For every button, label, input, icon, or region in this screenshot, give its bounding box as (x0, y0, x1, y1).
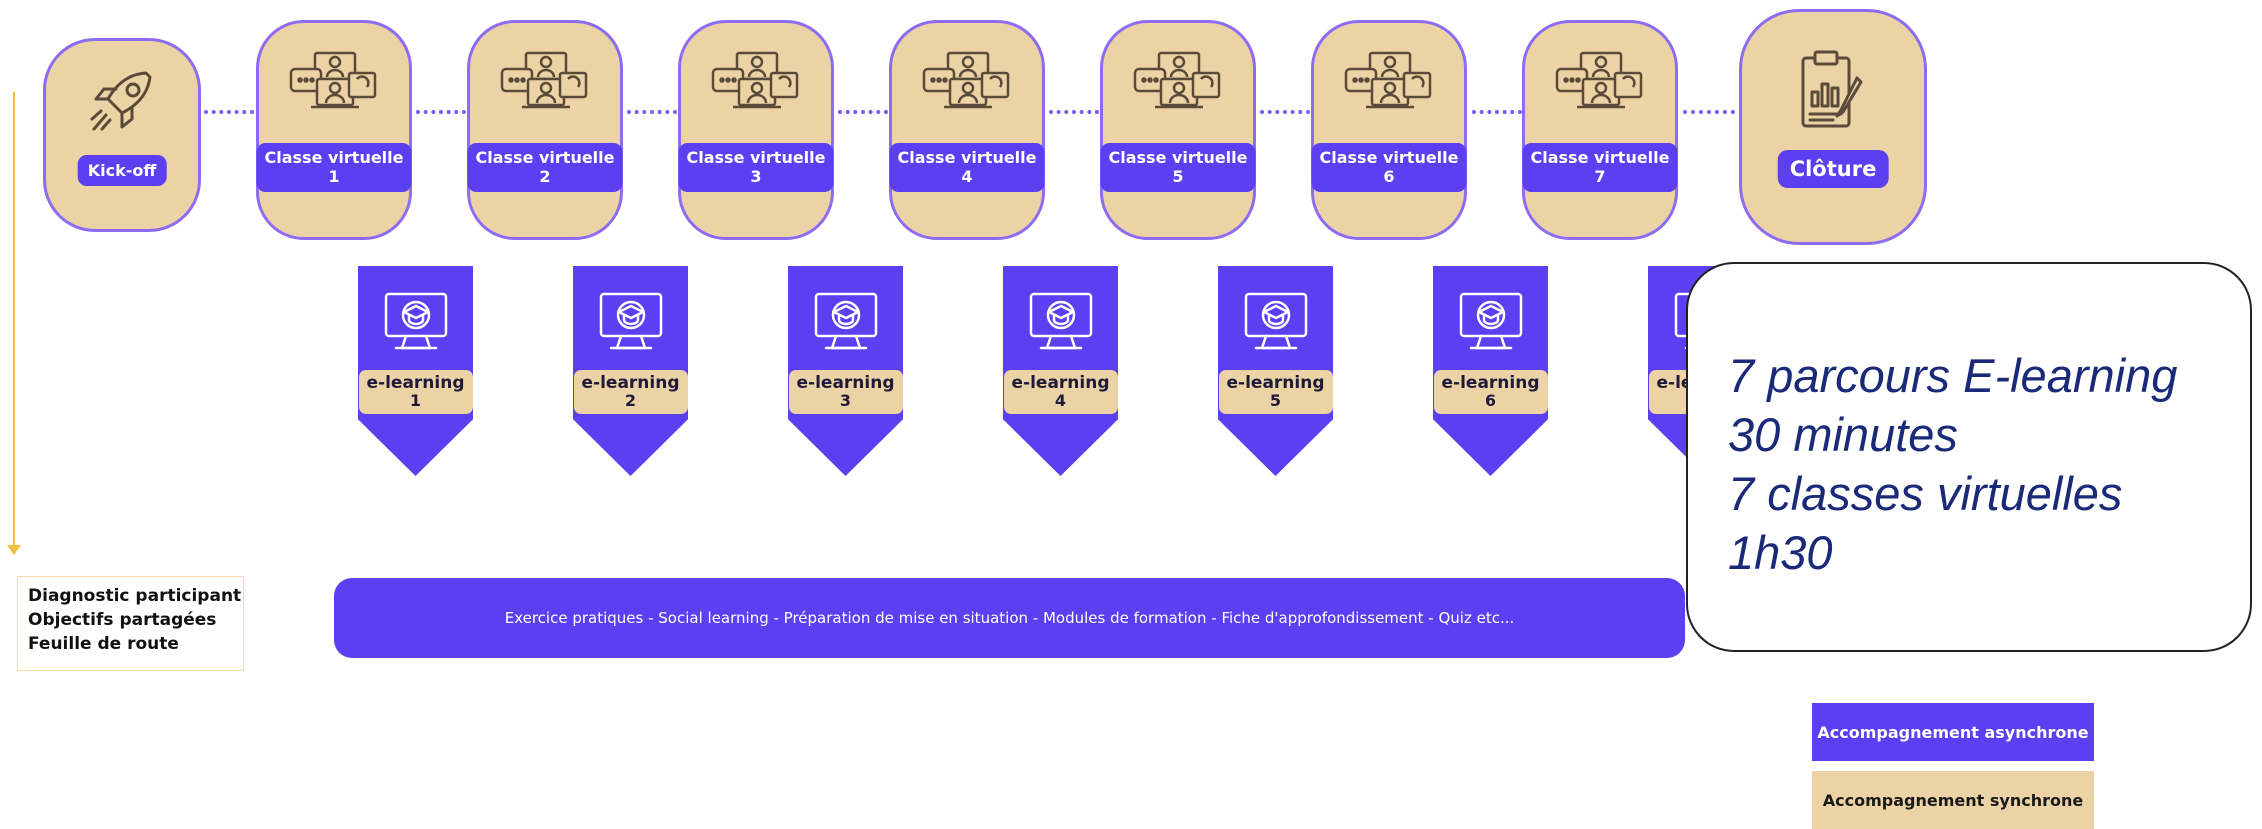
diagnostic-box: Diagnostic participant Objectifs partagé… (17, 576, 244, 671)
virtual-class-label: Classe virtuelle 5 (1100, 143, 1256, 192)
step-virtual-class-4: Classe virtuelle 4 (889, 20, 1045, 240)
elearning-module-3: e-learning 3 (788, 266, 903, 476)
graduation-monitor-icon (810, 290, 882, 360)
activities-banner: Exercice pratiques - Social learning - P… (334, 578, 1685, 658)
summary-lines: 7 parcours E-learning 30 minutes 7 class… (1728, 346, 2177, 582)
virtual-meeting-icon (1133, 49, 1223, 117)
step-virtual-class-5: Classe virtuelle 5 (1100, 20, 1256, 240)
diagnostic-line: Diagnostic participant (28, 586, 242, 606)
step-virtual-class-7: Classe virtuelle 7 (1522, 20, 1678, 240)
virtual-class-label: Classe virtuelle 2 (467, 143, 623, 192)
step-kickoff: Kick-off (43, 38, 201, 232)
summary-box: 7 parcours E-learning 30 minutes 7 class… (1686, 262, 2252, 652)
virtual-class-label: Classe virtuelle 1 (256, 143, 412, 192)
summary-line: 7 classes virtuelles (1728, 467, 2123, 520)
graduation-monitor-icon (1455, 290, 1527, 360)
connector (1472, 110, 1522, 114)
connector (204, 110, 254, 114)
timeline-arrow-icon (7, 545, 21, 555)
elearning-module-1: e-learning 1 (358, 266, 473, 476)
virtual-meeting-icon (1344, 49, 1434, 117)
diagnostic-line: Feuille de route (28, 634, 179, 654)
elearning-label: e-learning 5 (1218, 370, 1333, 414)
legend-async: Accompagnement asynchrone (1812, 703, 2094, 761)
virtual-meeting-icon (500, 49, 590, 117)
step-virtual-class-3: Classe virtuelle 3 (678, 20, 834, 240)
virtual-class-label: Classe virtuelle 3 (678, 143, 834, 192)
clipboard-chart-icon (1795, 48, 1871, 138)
connector (1683, 110, 1735, 114)
elearning-label: e-learning 6 (1433, 370, 1548, 414)
timeline-line (13, 92, 15, 547)
virtual-meeting-icon (289, 49, 379, 117)
virtual-class-label: Classe virtuelle 6 (1311, 143, 1467, 192)
legend-sync: Accompagnement synchrone (1812, 771, 2094, 829)
elearning-module-2: e-learning 2 (573, 266, 688, 476)
virtual-class-label: Classe virtuelle 4 (889, 143, 1045, 192)
connector (1260, 110, 1310, 114)
kickoff-label: Kick-off (77, 155, 167, 186)
virtual-class-label: Classe virtuelle 7 (1522, 143, 1678, 192)
virtual-meeting-icon (711, 49, 801, 117)
elearning-module-6: e-learning 6 (1433, 266, 1548, 476)
graduation-monitor-icon (380, 290, 452, 360)
graduation-monitor-icon (595, 290, 667, 360)
connector (1049, 110, 1099, 114)
connector (627, 110, 677, 114)
diagnostic-line: Objectifs partagées (28, 610, 217, 630)
connector (416, 110, 466, 114)
virtual-meeting-icon (922, 49, 1012, 117)
elearning-label: e-learning 4 (1003, 370, 1118, 414)
elearning-module-5: e-learning 5 (1218, 266, 1333, 476)
virtual-meeting-icon (1555, 49, 1645, 117)
step-virtual-class-6: Classe virtuelle 6 (1311, 20, 1467, 240)
step-virtual-class-2: Classe virtuelle 2 (467, 20, 623, 240)
elearning-label: e-learning 3 (788, 370, 903, 414)
rocket-icon (84, 65, 160, 145)
summary-line: 1h30 (1728, 526, 1833, 579)
elearning-label: e-learning 1 (358, 370, 473, 414)
graduation-monitor-icon (1240, 290, 1312, 360)
elearning-label: e-learning 2 (573, 370, 688, 414)
closing-label: Clôture (1777, 150, 1889, 188)
step-virtual-class-1: Classe virtuelle 1 (256, 20, 412, 240)
elearning-module-4: e-learning 4 (1003, 266, 1118, 476)
step-closing: Clôture (1739, 9, 1927, 245)
summary-line: 30 minutes (1728, 408, 1958, 461)
connector (838, 110, 888, 114)
graduation-monitor-icon (1025, 290, 1097, 360)
summary-line: 7 parcours E-learning (1728, 349, 2178, 402)
